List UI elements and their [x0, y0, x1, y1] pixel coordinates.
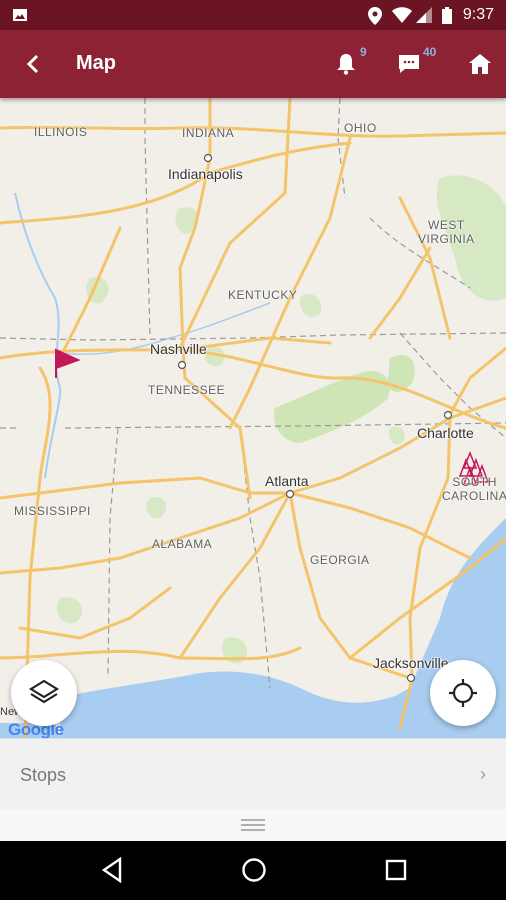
nav-home-icon[interactable]: [241, 857, 267, 883]
image-notification-icon: [13, 9, 27, 21]
app-bar: Map 9 40: [0, 30, 506, 98]
city-label-indianapolis: Indianapolis: [168, 166, 243, 182]
map-canvas: [0, 98, 506, 738]
notifications-badge: 9: [360, 45, 367, 59]
fullscreen-target-icon: [449, 679, 477, 707]
city-label-jacksonville: Jacksonville: [373, 655, 449, 671]
state-label-west-virginia: WEST VIRGINIA: [418, 218, 475, 246]
nav-recents-icon[interactable]: [384, 857, 408, 883]
state-label-south-carolina: SOUTH CAROLINA: [442, 475, 506, 503]
state-label-indiana: INDIANA: [182, 126, 235, 140]
system-nav-bar: [0, 841, 506, 900]
city-label-charlotte: Charlotte: [417, 425, 474, 441]
clock: 9:37: [462, 6, 494, 23]
message-icon[interactable]: [397, 53, 421, 75]
nav-back-icon[interactable]: [100, 857, 124, 883]
battery-icon: [442, 7, 452, 24]
back-arrow-icon[interactable]: [22, 52, 46, 76]
page-title: Map: [76, 52, 116, 74]
state-label-ohio: OHIO: [344, 121, 377, 135]
state-label-alabama: ALABAMA: [152, 537, 213, 551]
wifi-icon: [392, 7, 412, 23]
map-layers-button[interactable]: [11, 660, 77, 726]
messages-badge: 40: [423, 45, 437, 59]
state-label-illinois: ILLINOIS: [34, 125, 88, 139]
cell-signal-icon: [416, 7, 432, 23]
city-label-atlanta: Atlanta: [265, 473, 309, 489]
layers-icon: [28, 679, 60, 704]
recenter-button[interactable]: [430, 660, 496, 726]
city-label-nashville: Nashville: [150, 341, 207, 357]
map-view[interactable]: ILLINOIS INDIANA OHIO WEST VIRGINIA KENT…: [0, 98, 506, 738]
state-label-mississippi: MISSISSIPPI: [14, 504, 91, 518]
location-icon: [368, 7, 382, 25]
stops-label: Stops: [20, 765, 67, 785]
state-label-kentucky: KENTUCKY: [228, 288, 298, 302]
state-label-tennessee: TENNESSEE: [148, 383, 226, 397]
bell-icon[interactable]: [334, 52, 358, 76]
chevron-right-icon: ›: [480, 764, 486, 784]
state-label-georgia: GEORGIA: [310, 553, 370, 567]
stops-row[interactable]: Stops ›: [0, 738, 506, 810]
drag-handle-icon: [241, 819, 265, 831]
status-bar: 9:37: [0, 0, 506, 30]
home-icon[interactable]: [469, 54, 491, 74]
bottom-sheet-handle[interactable]: [0, 809, 506, 841]
